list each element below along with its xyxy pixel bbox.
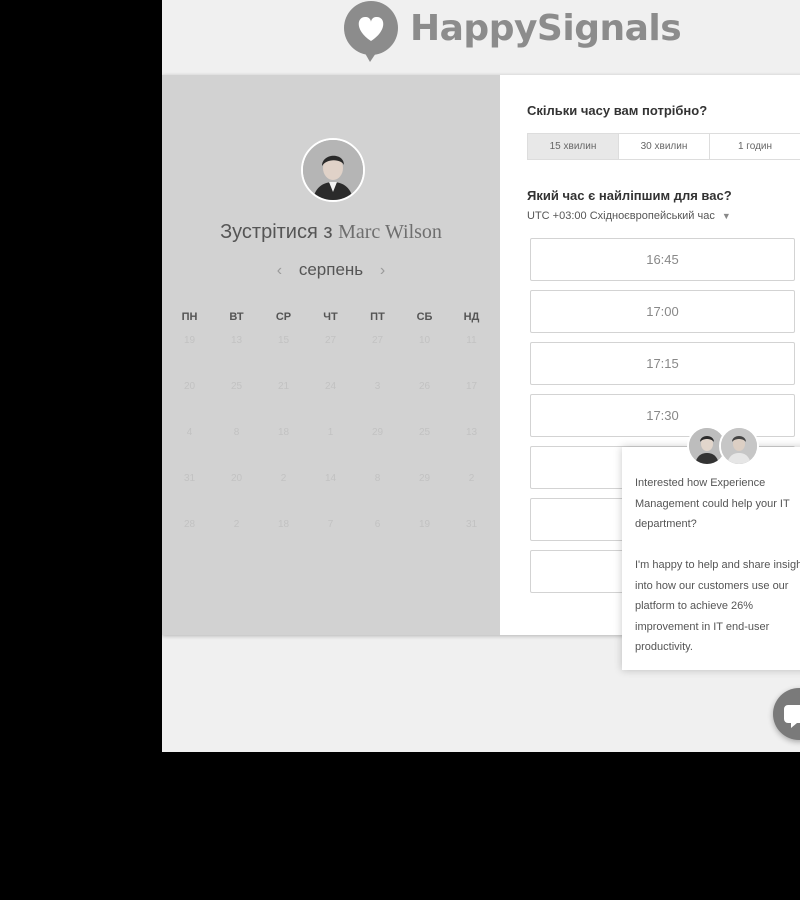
calendar-day: 7 [327, 519, 334, 530]
chat-popup[interactable]: Interested how Experience Management cou… [622, 447, 800, 670]
agent-avatar [719, 426, 759, 466]
person-avatar-icon [303, 140, 363, 200]
calendar-day: 17 [465, 381, 478, 392]
weekday-label: СБ [416, 311, 433, 323]
calendar-day: 27 [371, 335, 384, 346]
weekday-label: ВТ [229, 311, 244, 323]
happysignals-logo: HappySignals [340, 0, 682, 62]
weekday-label: ЧТ [323, 311, 338, 323]
duration-option-15[interactable]: 15 хвилин [528, 134, 619, 159]
calendar-day: 6 [374, 519, 381, 530]
duration-option-30[interactable]: 30 хвилин [619, 134, 710, 159]
calendar-day: 15 [277, 335, 290, 346]
calendar-day: 31 [183, 473, 196, 484]
host-avatar [301, 138, 365, 202]
calendar-day: 8 [233, 427, 240, 438]
chat-button[interactable] [773, 688, 800, 740]
calendar-day: 2 [468, 473, 475, 484]
month-label: серпень [298, 260, 364, 279]
host-name: Marc Wilson [338, 221, 442, 243]
person-avatar-icon [721, 428, 757, 464]
chat-agent-avatars [687, 426, 759, 466]
calendar-day: 19 [183, 335, 196, 346]
timezone-selector[interactable]: UTC +03:00 Східноєвропейський час ▼ [527, 210, 731, 222]
calendar-day: 13 [230, 335, 243, 346]
meet-prefix: Зустрітися з [220, 221, 333, 243]
timezone-name: Східноєвропейський час [589, 210, 715, 222]
calendar-day: 29 [418, 473, 431, 484]
calendar-day: 18 [277, 519, 290, 530]
month-selector: ‹ серпень › [162, 260, 500, 280]
calendar-week: 31 20 2 14 8 29 2 [166, 467, 496, 490]
calendar-day: 25 [230, 381, 243, 392]
calendar-week: 20 25 21 24 3 26 17 [166, 375, 496, 398]
calendar-day: 19 [418, 519, 431, 530]
calendar-day: 4 [186, 427, 193, 438]
time-slot[interactable]: 17:15 [530, 342, 795, 385]
chat-popup-message: Interested how Experience Management cou… [635, 477, 800, 653]
calendar-day: 1 [327, 427, 334, 438]
calendar-day: 29 [371, 427, 384, 438]
calendar-day: 2 [233, 519, 240, 530]
calendar-week: 28 2 18 7 6 19 31 [166, 513, 496, 536]
time-slot[interactable]: 16:45 [530, 238, 795, 281]
meeting-title: Зустрітися з Marc Wilson [162, 221, 500, 244]
time-question: Який час є найліпшим для вас? [527, 188, 732, 203]
calendar-day: 20 [230, 473, 243, 484]
calendar-day: 25 [418, 427, 431, 438]
heart-speech-bubble-icon [344, 1, 398, 62]
host-panel: Зустрітися з Marc Wilson ‹ серпень › ПН … [162, 75, 500, 635]
duration-question: Скільки часу вам потрібно? [527, 103, 708, 118]
caret-down-icon: ▼ [721, 211, 731, 221]
calendar-day: 27 [324, 335, 337, 346]
brand-name: HappySignals [410, 7, 682, 49]
calendar-day: 24 [324, 381, 337, 392]
weekday-label: НД [463, 311, 480, 323]
calendar-day: 18 [277, 427, 290, 438]
calendar-day: 8 [374, 473, 381, 484]
weekday-label: СР [275, 311, 292, 323]
chat-bubble-icon [784, 705, 800, 728]
time-slot[interactable]: 17:00 [530, 290, 795, 333]
weekday-label: ПН [181, 311, 198, 323]
calendar-day: 21 [277, 381, 290, 392]
calendar-grid: ПН ВТ СР ЧТ ПТ СБ НД 19 13 15 27 27 10 1… [166, 305, 496, 559]
calendar-day: 3 [374, 381, 381, 392]
weekday-label: ПТ [370, 311, 385, 323]
chevron-left-icon[interactable]: ‹ [277, 262, 282, 279]
calendar-day: 26 [418, 381, 431, 392]
chevron-right-icon[interactable]: › [380, 262, 385, 279]
booking-page: HappySignals Зустрітися з Marc Wilson ‹ … [162, 0, 800, 752]
calendar-day: 11 [466, 335, 477, 346]
calendar-day: 2 [280, 473, 287, 484]
duration-option-60[interactable]: 1 годин [710, 134, 800, 159]
weekday-header: ПН ВТ СР ЧТ ПТ СБ НД [166, 305, 496, 329]
calendar-week: 4 8 18 1 29 25 13 [166, 421, 496, 444]
calendar-day: 13 [465, 427, 478, 438]
calendar-day: 10 [418, 335, 431, 346]
calendar-day: 14 [324, 473, 337, 484]
timezone-offset: UTC +03:00 [527, 210, 587, 222]
calendar-week: 19 13 15 27 27 10 11 [166, 329, 496, 352]
calendar-day: 31 [465, 519, 478, 530]
calendar-day: 20 [183, 381, 196, 392]
duration-selector: 15 хвилин 30 хвилин 1 годин [527, 133, 800, 160]
calendar-day: 28 [183, 519, 196, 530]
